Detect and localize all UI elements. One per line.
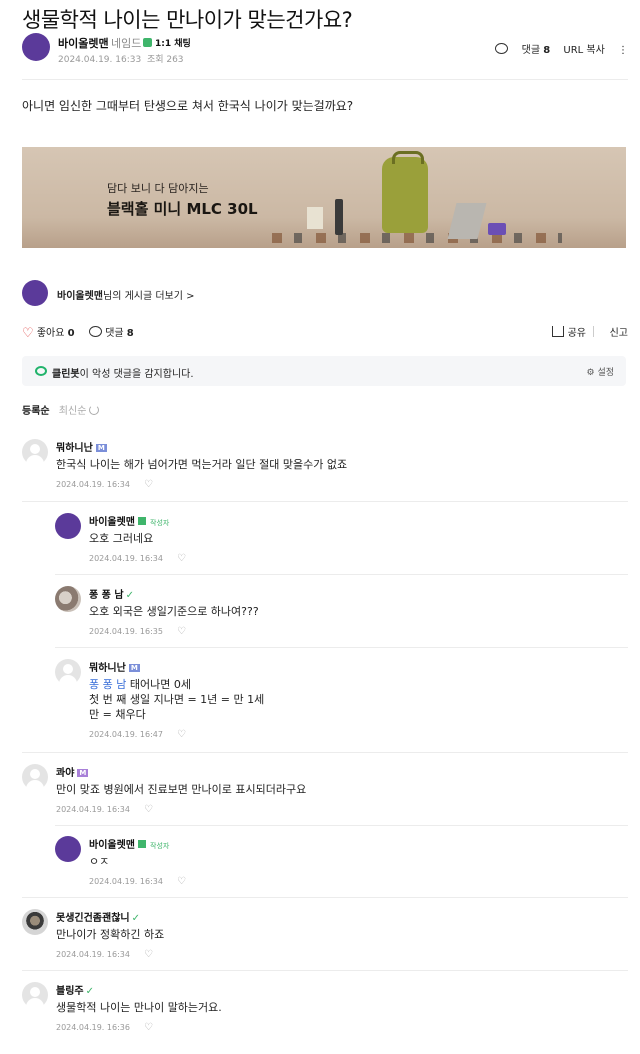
cleanbot-icon [35, 366, 47, 376]
mention-link[interactable]: 퐁 퐁 남 [89, 678, 126, 691]
post-title: 생물학적 나이는 만나이가 맞는건가요? [22, 8, 353, 32]
commenter-avatar[interactable] [55, 513, 81, 539]
commenter-avatar[interactable] [22, 439, 48, 465]
comment-text: 생물학적 나이는 만나이 말하는거요. [56, 1001, 222, 1014]
manager-icon: M [128, 664, 140, 672]
comment-divider [55, 647, 628, 648]
comment-meta: 2024.04.19. 16:47 ♡ [89, 729, 186, 740]
commenter-name[interactable]: 뭐하니난 M [89, 659, 140, 674]
commenter-name[interactable]: 퐁 퐁 남 ✓ [89, 586, 134, 601]
banner-backpack-image [382, 151, 428, 233]
heart-icon[interactable]: ♡ [177, 553, 186, 564]
commenter-avatar[interactable] [22, 764, 48, 790]
url-copy-button[interactable]: URL 복사 [563, 45, 604, 56]
author-name[interactable]: 바이올렛맨 [58, 35, 109, 51]
sprout-icon: ✓ [125, 590, 134, 601]
ad-banner[interactable]: 담다 보니 다 담아지는 블랙홀 미니 MLC 30L [22, 147, 626, 248]
cleanbot-notice: 클린봇이 악성 댓글을 감지합니다. ⚙ 설정 [22, 356, 626, 386]
comment-text: 만이 맞죠 병원에서 진료보면 만나이로 표시되더라구요 [56, 783, 307, 796]
banner-camera-image [488, 223, 506, 235]
post-body: 아니면 임신한 그때부터 탄생으로 쳐서 한국식 나이가 맞는걸까요? [22, 99, 354, 113]
comment-toggle-button[interactable]: 댓글 8 [89, 324, 134, 339]
comment-icon [495, 43, 509, 54]
post-author-row: 바이올렛맨 네임드 1:1 채팅 2024.04.19. 16:33 조회 26… [22, 33, 628, 65]
comment-meta: 2024.04.19. 16:34 ♡ [89, 876, 186, 887]
banner-subtitle: 담다 보니 다 담아지는 [107, 182, 209, 195]
manager-icon: M [95, 444, 107, 452]
heart-icon[interactable]: ♡ [177, 626, 186, 637]
comment-text: 오호 외국은 생일기준으로 하나여??? [89, 605, 259, 618]
comment-text: 오호 그러네요 [89, 532, 154, 545]
level-icon [138, 517, 146, 525]
sort-registered[interactable]: 등록순 [22, 406, 50, 417]
heart-icon[interactable]: ♡ [144, 804, 153, 815]
level-icon [138, 840, 146, 848]
share-button[interactable]: 공유 [552, 324, 586, 339]
banner-items-image [272, 233, 562, 243]
more-icon[interactable]: ⋮ [618, 45, 628, 56]
comment-icon [89, 326, 102, 337]
comment-divider [22, 501, 628, 502]
comment-divider [22, 970, 628, 971]
report-button[interactable]: 신고 [610, 324, 628, 339]
commenter-name[interactable]: 바이올렛맨 작성자 [89, 836, 169, 851]
author-badge: 작성자 [150, 519, 170, 527]
commenter-name[interactable]: 뭐하니난 M [56, 439, 107, 454]
comment-meta: 2024.04.19. 16:34 ♡ [56, 949, 153, 960]
header-divider [22, 79, 628, 80]
comment-text: ㅇㅈ [89, 855, 110, 868]
comment-count-button[interactable]: 댓글 8 [485, 43, 550, 56]
author-avatar[interactable] [22, 33, 50, 61]
comment-sort: 등록순 최신순 [22, 402, 100, 417]
commenter-name[interactable]: 바이올렛맨 작성자 [89, 513, 169, 528]
share-icon [552, 326, 565, 337]
post-actions: 댓글 8 URL 복사 ⋮ [475, 41, 628, 56]
sort-latest[interactable]: 최신순 [59, 406, 87, 417]
comment-meta: 2024.04.19. 16:36 ♡ [56, 1022, 153, 1033]
comment-text: 만나이가 정확하긴 하죠 [56, 928, 165, 941]
commenter-avatar[interactable] [55, 659, 81, 685]
banner-bottle-image [335, 199, 343, 235]
commenter-avatar[interactable] [55, 586, 81, 612]
heart-icon[interactable]: ♡ [177, 729, 186, 740]
commenter-avatar[interactable] [22, 982, 48, 1008]
commenter-avatar[interactable] [55, 836, 81, 862]
heart-icon[interactable]: ♡ [144, 479, 153, 490]
commenter-name[interactable]: 블링주 ✓ [56, 982, 94, 997]
commenter-name[interactable]: 콰야 M [56, 764, 89, 779]
comment-divider [55, 574, 628, 575]
like-button[interactable]: ♡ 좋아요 0 [22, 324, 75, 341]
banner-book-image [307, 207, 323, 229]
comment-meta: 2024.04.19. 16:34 ♡ [56, 479, 153, 490]
heart-icon[interactable]: ♡ [177, 876, 186, 887]
sprout-icon: ✓ [85, 986, 94, 997]
comment-divider [22, 752, 628, 753]
commenter-avatar[interactable] [22, 909, 48, 935]
author-badge: 작성자 [150, 842, 170, 850]
sprout-icon: ✓ [131, 913, 140, 924]
refresh-icon[interactable] [89, 405, 100, 415]
heart-icon: ♡ [22, 326, 34, 341]
comment-meta: 2024.04.19. 16:34 ♡ [56, 804, 153, 815]
comment-meta: 2024.04.19. 16:35 ♡ [89, 626, 186, 637]
heart-icon[interactable]: ♡ [144, 1022, 153, 1033]
comment-divider [55, 825, 628, 826]
comment-text: 퐁 퐁 남 태어나면 0세 첫 번 째 생일 지나면 = 1년 = 만 1세 만… [89, 678, 265, 721]
author-avatar [22, 280, 48, 306]
heart-icon[interactable]: ♡ [144, 949, 153, 960]
chat-button[interactable]: 1:1 채팅 [143, 36, 191, 49]
reaction-bar: ♡ 좋아요 0 댓글 8 공유 신고 [22, 324, 628, 342]
cleanbot-settings-button[interactable]: ⚙ 설정 [587, 365, 615, 378]
comment-divider [22, 897, 628, 898]
banner-title: 블랙홀 미니 MLC 30L [107, 200, 258, 218]
author-level: 네임드 [111, 37, 142, 50]
chat-icon [143, 38, 152, 47]
commenter-name[interactable]: 못생긴건좀괜찮니 ✓ [56, 909, 140, 924]
comment-meta: 2024.04.19. 16:34 ♡ [89, 553, 186, 564]
separator [593, 326, 594, 337]
post-meta: 2024.04.19. 16:33 조회 263 [58, 55, 184, 65]
comment-text: 한국식 나이는 해가 넘어가면 먹는거라 일단 절대 맞을수가 없죠 [56, 458, 348, 471]
manager-icon: M [77, 769, 89, 777]
